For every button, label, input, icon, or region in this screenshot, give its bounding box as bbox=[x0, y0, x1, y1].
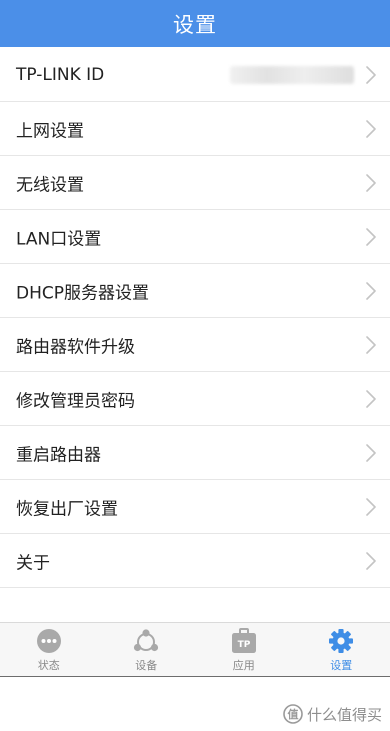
page-title: 设置 bbox=[173, 12, 217, 37]
settings-item-lan[interactable]: LAN口设置 bbox=[0, 210, 390, 264]
settings-item-label: 路由器软件升级 bbox=[16, 337, 135, 357]
settings-item-label: DHCP服务器设置 bbox=[16, 283, 149, 303]
tab-apps[interactable]: TP 应用 bbox=[195, 623, 293, 676]
svg-text:值: 值 bbox=[287, 707, 298, 721]
tab-label: 状态 bbox=[37, 659, 60, 672]
screen: 设置 TP-LINK ID 上网设置 无线设置 LAN口设置 DHCP服务器设置… bbox=[0, 0, 390, 731]
tab-status[interactable]: 状态 bbox=[0, 623, 98, 676]
settings-item-label: LAN口设置 bbox=[16, 229, 102, 249]
header-bar: 设置 bbox=[0, 0, 390, 47]
bottom-tab-bar: 状态 设备 TP 应用 设置 bbox=[0, 622, 390, 676]
app-frame: 设置 TP-LINK ID 上网设置 无线设置 LAN口设置 DHCP服务器设置… bbox=[0, 0, 390, 677]
devices-icon bbox=[134, 629, 159, 652]
apps-tp-icon: TP bbox=[231, 628, 256, 653]
settings-item-factory-reset[interactable]: 恢复出厂设置 bbox=[0, 480, 390, 534]
chevron-right-icon bbox=[366, 443, 376, 462]
settings-item-tplink-id[interactable]: TP-LINK ID bbox=[0, 48, 390, 102]
settings-item-dhcp[interactable]: DHCP服务器设置 bbox=[0, 264, 390, 318]
watermark: 值 什么值得买 bbox=[283, 703, 382, 725]
chevron-right-icon bbox=[366, 65, 376, 84]
tab-devices[interactable]: 设备 bbox=[98, 623, 196, 676]
gear-icon bbox=[329, 629, 354, 653]
settings-item-label: TP-LINK ID bbox=[16, 64, 105, 85]
settings-item-label: 上网设置 bbox=[16, 121, 84, 141]
settings-item-firmware-upgrade[interactable]: 路由器软件升级 bbox=[0, 318, 390, 372]
chevron-right-icon bbox=[366, 335, 376, 354]
settings-item-label: 恢复出厂设置 bbox=[16, 499, 118, 519]
settings-item-about[interactable]: 关于 bbox=[0, 534, 390, 588]
tab-settings[interactable]: 设置 bbox=[293, 623, 390, 676]
chevron-right-icon bbox=[366, 281, 376, 300]
chevron-right-icon bbox=[366, 227, 376, 246]
settings-item-label: 无线设置 bbox=[16, 175, 84, 195]
watermark-text: 什么值得买 bbox=[306, 705, 382, 724]
svg-text:TP: TP bbox=[237, 640, 250, 650]
tab-label: 设备 bbox=[135, 659, 158, 672]
chevron-right-icon bbox=[366, 173, 376, 192]
chevron-right-icon bbox=[366, 497, 376, 516]
settings-item-admin-password[interactable]: 修改管理员密码 bbox=[0, 372, 390, 426]
redacted-value bbox=[230, 65, 354, 84]
tab-label: 设置 bbox=[330, 659, 353, 672]
smzdm-logo-icon: 值 bbox=[283, 704, 303, 724]
chevron-right-icon bbox=[366, 551, 376, 570]
settings-item-label: 关于 bbox=[16, 553, 50, 573]
tab-label: 应用 bbox=[232, 659, 255, 672]
chevron-right-icon bbox=[366, 389, 376, 408]
settings-item-internet[interactable]: 上网设置 bbox=[0, 102, 390, 156]
chevron-right-icon bbox=[366, 119, 376, 138]
settings-item-label: 重启路由器 bbox=[16, 445, 101, 465]
settings-item-wireless[interactable]: 无线设置 bbox=[0, 156, 390, 210]
settings-item-label: 修改管理员密码 bbox=[16, 391, 135, 411]
settings-list: TP-LINK ID 上网设置 无线设置 LAN口设置 DHCP服务器设置 路由… bbox=[0, 48, 390, 598]
settings-item-reboot[interactable]: 重启路由器 bbox=[0, 426, 390, 480]
status-dots-icon bbox=[36, 629, 61, 653]
